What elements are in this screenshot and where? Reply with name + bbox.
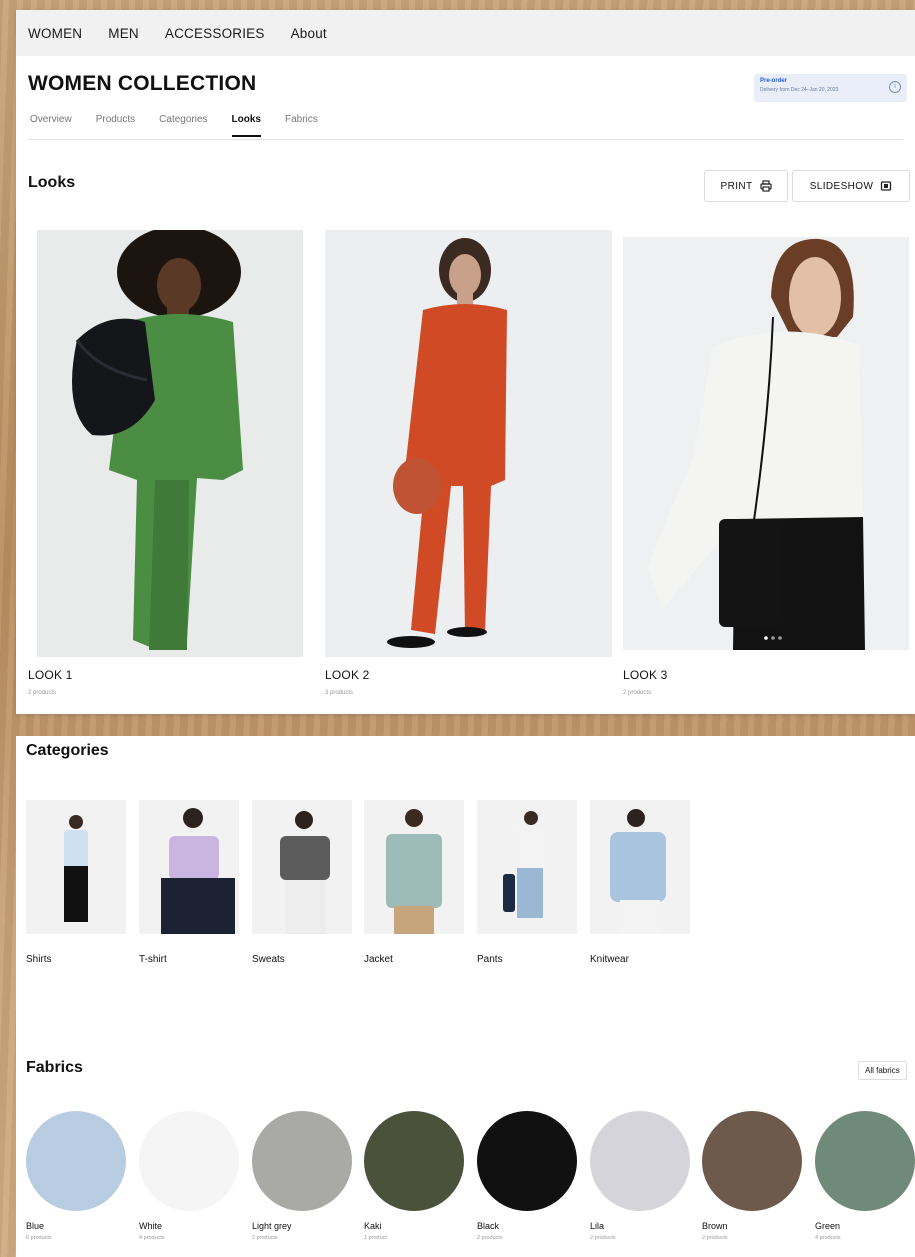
fabric-count: 4 products xyxy=(139,1235,165,1241)
catalog-panel: Categories Shirts T-shirt Sweats Jacket … xyxy=(16,736,915,1257)
figure-knitwear xyxy=(610,809,666,934)
category-image xyxy=(590,800,690,934)
look-3-image[interactable] xyxy=(623,237,909,650)
category-image xyxy=(252,800,352,934)
fabric-brown[interactable]: Brown 2 products xyxy=(702,1111,802,1241)
fabric-name: Lila xyxy=(590,1221,605,1231)
category-label: Sweats xyxy=(252,954,285,965)
fabric-swatch xyxy=(26,1111,126,1211)
top-nav: WOMEN MEN ACCESSORIES About xyxy=(16,10,915,56)
info-icon[interactable]: i xyxy=(889,81,901,93)
fabric-name: Kaki xyxy=(364,1221,382,1231)
fabric-count: 2 products xyxy=(590,1235,616,1241)
category-image xyxy=(364,800,464,934)
look-2-figure xyxy=(387,238,507,648)
figure-sweats xyxy=(280,811,330,934)
fabric-name: Black xyxy=(477,1221,500,1231)
category-image xyxy=(477,800,577,934)
fabric-kaki[interactable]: Kaki 1 product xyxy=(364,1111,464,1241)
tab-categories[interactable]: Categories xyxy=(159,114,207,137)
category-jacket[interactable]: Jacket xyxy=(364,800,464,965)
fabric-name: Light grey xyxy=(252,1221,292,1231)
preorder-badge[interactable]: Pre-order Delivery from Dec 24–Jan 20, 2… xyxy=(754,74,907,102)
preorder-subtitle: Delivery from Dec 24–Jan 20, 2023 xyxy=(760,87,839,93)
fabric-black[interactable]: Black 2 products xyxy=(477,1111,577,1241)
category-label: Shirts xyxy=(26,954,52,965)
fabric-light-grey[interactable]: Light grey 2 products xyxy=(252,1111,352,1241)
fabric-count: 2 products xyxy=(702,1235,728,1241)
fabric-swatch xyxy=(364,1111,464,1211)
fabric-swatch xyxy=(139,1111,239,1211)
nav-item-about[interactable]: About xyxy=(291,26,327,41)
look-2-count: 3 products xyxy=(325,690,354,696)
category-sweats[interactable]: Sweats xyxy=(252,800,352,965)
category-label: Jacket xyxy=(364,954,393,965)
category-t-shirt[interactable]: T-shirt xyxy=(139,800,239,965)
category-pants[interactable]: Pants xyxy=(477,800,577,965)
fabrics-heading: Fabrics xyxy=(26,1059,83,1076)
fabric-name: White xyxy=(139,1221,163,1231)
tab-divider xyxy=(28,139,903,140)
tab-bar: Overview Products Categories Looks Fabri… xyxy=(30,114,342,137)
look-2-name[interactable]: LOOK 2 xyxy=(325,668,370,682)
fabric-white[interactable]: White 4 products xyxy=(139,1111,239,1241)
figure-shirts xyxy=(64,815,88,922)
print-label: PRINT xyxy=(720,180,753,192)
print-button[interactable]: PRINT xyxy=(704,170,788,202)
look-3-count: 2 products xyxy=(623,690,652,696)
slideshow-label: SLIDESHOW xyxy=(809,180,874,192)
look-1-figure xyxy=(72,226,243,650)
nav-item-men[interactable]: MEN xyxy=(108,26,139,41)
fabric-blue[interactable]: Blue 6 products xyxy=(26,1111,126,1241)
category-knitwear[interactable]: Knitwear xyxy=(590,800,690,965)
look-3-figure xyxy=(647,238,865,650)
fabric-swatch xyxy=(815,1111,915,1211)
tab-products[interactable]: Products xyxy=(96,114,135,137)
figure-pants xyxy=(503,811,545,918)
looks-heading: Looks xyxy=(28,174,76,191)
tab-looks[interactable]: Looks xyxy=(231,114,261,137)
fabric-count: 6 products xyxy=(26,1235,52,1241)
categories-heading: Categories xyxy=(26,742,109,759)
category-label: T-shirt xyxy=(139,954,167,965)
fabric-name: Green xyxy=(815,1221,841,1231)
look-3-name[interactable]: LOOK 3 xyxy=(623,668,668,682)
fabric-count: 4 products xyxy=(815,1235,841,1241)
fabric-count: 2 products xyxy=(477,1235,503,1241)
category-image xyxy=(139,800,239,934)
fabric-name: Blue xyxy=(26,1221,45,1231)
collection-panel: WOMEN MEN ACCESSORIES About WOMEN COLLEC… xyxy=(16,10,915,714)
look-1-count: 2 products xyxy=(28,690,57,696)
category-image xyxy=(26,800,126,934)
fabric-name: Brown xyxy=(702,1221,728,1231)
fabric-count: 1 product xyxy=(364,1235,387,1241)
nav-item-accessories[interactable]: ACCESSORIES xyxy=(165,26,265,41)
look-2-image[interactable] xyxy=(325,230,612,657)
fabric-count: 2 products xyxy=(252,1235,278,1241)
look-1-name[interactable]: LOOK 1 xyxy=(28,668,73,682)
preorder-title: Pre-order xyxy=(760,78,788,84)
fabric-swatch xyxy=(252,1111,352,1211)
nav-item-women[interactable]: WOMEN xyxy=(28,26,82,41)
category-label: Pants xyxy=(477,954,503,965)
tab-fabrics[interactable]: Fabrics xyxy=(285,114,318,137)
fabric-swatch xyxy=(702,1111,802,1211)
figure-t-shirt xyxy=(161,808,235,934)
category-shirts[interactable]: Shirts xyxy=(26,800,126,965)
all-fabrics-button[interactable]: All fabrics xyxy=(858,1061,907,1080)
fabric-swatch xyxy=(477,1111,577,1211)
printer-icon xyxy=(759,180,772,192)
figure-jacket xyxy=(386,809,442,934)
fabric-swatch xyxy=(590,1111,690,1211)
slideshow-icon xyxy=(881,181,892,191)
page-title: WOMEN COLLECTION xyxy=(28,72,257,95)
tab-overview[interactable]: Overview xyxy=(30,114,72,137)
category-label: Knitwear xyxy=(590,954,629,965)
fabric-lila[interactable]: Lila 2 products xyxy=(590,1111,690,1241)
fabric-green[interactable]: Green 4 products xyxy=(815,1111,915,1241)
look-1-image[interactable] xyxy=(37,226,303,657)
slideshow-button[interactable]: SLIDESHOW xyxy=(792,170,910,202)
